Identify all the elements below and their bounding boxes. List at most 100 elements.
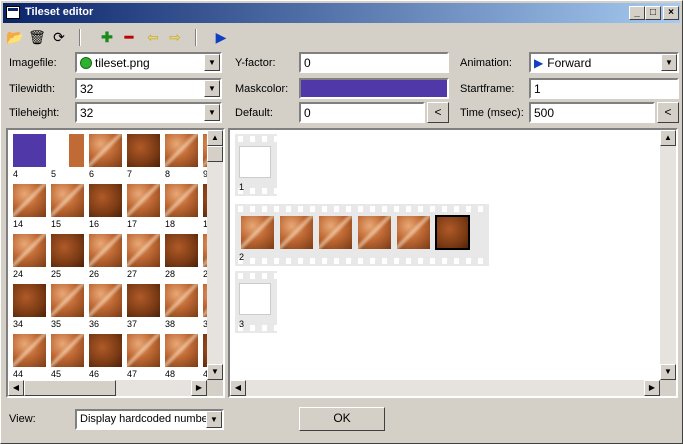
add-icon[interactable]: ✚ [97, 27, 117, 47]
tile-number: 26 [89, 269, 100, 279]
empty-frame[interactable] [239, 283, 271, 315]
tile[interactable] [51, 234, 84, 267]
tile-number: 48 [165, 369, 176, 379]
tile[interactable] [89, 284, 122, 317]
scroll-up-icon[interactable]: ▲ [660, 130, 676, 146]
tile-number: 37 [127, 319, 138, 329]
animation-select[interactable]: ▶ Forward ▼ [529, 52, 679, 73]
animation-strip[interactable]: 3 [235, 271, 277, 333]
tile[interactable] [89, 134, 122, 167]
tile[interactable] [51, 334, 84, 367]
tile-number: 45 [51, 369, 62, 379]
chevron-down-icon[interactable]: ▼ [661, 54, 677, 71]
remove-icon[interactable]: ━ [119, 27, 139, 47]
animation-frame[interactable] [280, 216, 313, 249]
time-input[interactable]: 500 [529, 102, 655, 123]
default-back-button[interactable]: < [427, 102, 449, 123]
close-button[interactable]: × [663, 6, 679, 20]
scroll-up-icon[interactable]: ▲ [207, 130, 223, 146]
yfactor-input[interactable]: 0 [299, 52, 449, 73]
toolbar: 📂 🗑 ⟳ ✚ ━ ⇦ ⇨ ▶ [5, 27, 305, 49]
scroll-right-icon[interactable]: ▶ [191, 380, 207, 396]
tile[interactable] [127, 184, 160, 217]
time-label: Time (msec): [460, 107, 524, 119]
scroll-down-icon[interactable]: ▼ [660, 364, 676, 380]
empty-frame[interactable] [239, 146, 271, 178]
tile[interactable] [127, 284, 160, 317]
chevron-down-icon[interactable]: ▼ [204, 104, 220, 121]
view-value: Display hardcoded number [80, 413, 212, 425]
tile[interactable] [13, 234, 46, 267]
scroll-left-icon[interactable]: ◀ [230, 380, 246, 396]
tile[interactable] [51, 284, 84, 317]
animation-strip[interactable]: 1 [235, 134, 277, 196]
animation-frame[interactable] [241, 216, 274, 249]
refresh-icon[interactable]: ⟳ [49, 27, 69, 47]
animation-strip[interactable]: 2 [235, 204, 489, 266]
animation-horizontal-scrollbar[interactable]: ◀ ▶ [230, 380, 660, 396]
chevron-down-icon[interactable]: ▼ [206, 411, 222, 428]
tile[interactable] [13, 284, 46, 317]
tile[interactable] [89, 184, 122, 217]
tile[interactable] [127, 134, 160, 167]
default-label: Default: [235, 107, 273, 119]
ok-button[interactable]: OK [299, 407, 385, 431]
tile-number: 15 [51, 219, 62, 229]
scroll-corner [207, 380, 223, 396]
tileset-horizontal-scrollbar[interactable]: ◀ ▶ [8, 380, 207, 396]
tile[interactable] [165, 234, 198, 267]
maskcolor-swatch[interactable] [299, 78, 449, 99]
tile[interactable] [165, 134, 198, 167]
open-icon[interactable]: 📂 [5, 27, 25, 47]
time-back-button[interactable]: < [657, 102, 679, 123]
tile[interactable] [13, 334, 46, 367]
scroll-left-icon[interactable]: ◀ [8, 380, 24, 396]
tile[interactable] [13, 134, 46, 167]
tileheight-label: Tileheight: [9, 107, 60, 119]
scroll-down-icon[interactable]: ▼ [207, 364, 223, 380]
scroll-thumb[interactable] [24, 380, 116, 396]
tile-number: 7 [127, 169, 133, 179]
tile[interactable] [127, 334, 160, 367]
default-input[interactable]: 0 [299, 102, 425, 123]
tile[interactable] [51, 134, 84, 167]
animation-frame[interactable] [435, 215, 470, 250]
tilewidth-select[interactable]: 32 ▼ [75, 78, 222, 99]
animation-frame[interactable] [319, 216, 352, 249]
tile[interactable] [165, 334, 198, 367]
animation-frame[interactable] [397, 216, 430, 249]
tile-number: 6 [89, 169, 95, 179]
arrow-left-icon[interactable]: ⇦ [143, 27, 163, 47]
animation-panel[interactable]: 1 2 3 ▲ ▼ ◀ ▶ [228, 128, 678, 398]
chevron-down-icon[interactable]: ▼ [204, 54, 220, 71]
tile-number: 17 [127, 219, 138, 229]
imagefile-select[interactable]: tileset.png ▼ [75, 52, 222, 73]
startframe-input[interactable]: 1 [529, 78, 679, 99]
tile[interactable] [13, 184, 46, 217]
tile[interactable] [127, 234, 160, 267]
play-icon[interactable]: ▶ [211, 27, 231, 47]
tile-number: 14 [13, 219, 24, 229]
tile-number: 8 [165, 169, 171, 179]
arrow-right-icon[interactable]: ⇨ [165, 27, 185, 47]
tileset-vertical-scrollbar[interactable]: ▲ ▼ [207, 130, 223, 380]
animation-vertical-scrollbar[interactable]: ▲ ▼ [660, 130, 676, 380]
animation-frame[interactable] [358, 216, 391, 249]
scroll-right-icon[interactable]: ▶ [644, 380, 660, 396]
tile-number: 24 [13, 269, 24, 279]
tile[interactable] [165, 184, 198, 217]
tile[interactable] [51, 184, 84, 217]
tile[interactable] [165, 284, 198, 317]
delete-icon[interactable]: 🗑 [27, 27, 47, 47]
scroll-thumb[interactable] [207, 146, 223, 162]
tile-grid: 4567891415161718124252627282343536373834… [8, 130, 207, 380]
tileheight-select[interactable]: 32 ▼ [75, 102, 222, 123]
tileset-panel[interactable]: 4567891415161718124252627282343536373834… [6, 128, 225, 398]
chevron-down-icon[interactable]: ▼ [204, 80, 220, 97]
maximize-button[interactable]: □ [645, 6, 661, 20]
tile-number: 27 [127, 269, 138, 279]
view-select[interactable]: Display hardcoded number ▼ [75, 409, 224, 430]
minimize-button[interactable]: _ [629, 6, 645, 20]
tile[interactable] [89, 334, 122, 367]
tile[interactable] [89, 234, 122, 267]
